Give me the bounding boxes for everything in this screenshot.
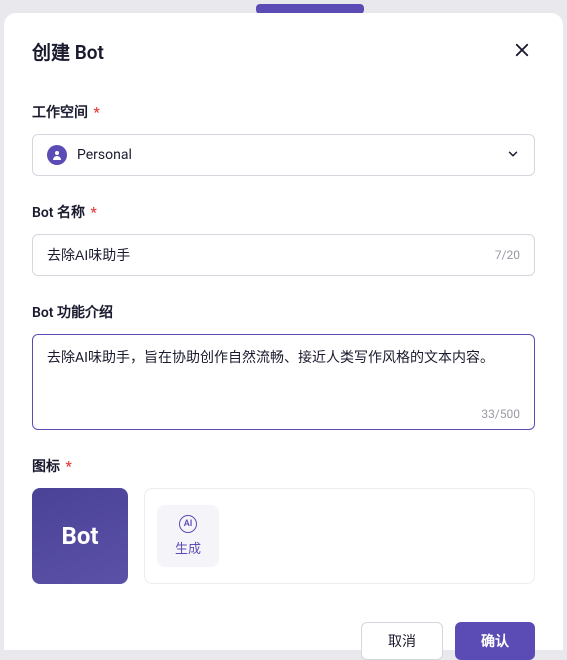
generate-area: AI 生成 bbox=[144, 488, 535, 584]
botdesc-group: Bot 功能介绍 33/500 bbox=[32, 302, 535, 430]
botdesc-label: Bot 功能介绍 bbox=[32, 302, 535, 322]
bot-icon-preview[interactable]: Bot bbox=[32, 488, 128, 584]
generate-button[interactable]: AI 生成 bbox=[157, 505, 219, 567]
create-bot-modal: 创建 Bot 工作空间 * Personal Bot 名称 * 7/20 bbox=[4, 13, 563, 650]
workspace-selected-value: Personal bbox=[77, 147, 506, 163]
workspace-label: 工作空间 * bbox=[32, 102, 535, 122]
cancel-button[interactable]: 取消 bbox=[361, 622, 443, 660]
required-mark: * bbox=[62, 459, 72, 475]
confirm-button[interactable]: 确认 bbox=[455, 622, 535, 660]
icon-label-text: 图标 bbox=[32, 459, 60, 475]
chevron-down-icon bbox=[506, 146, 520, 165]
icon-group: 图标 * Bot AI 生成 bbox=[32, 456, 535, 584]
person-icon bbox=[47, 145, 67, 165]
close-button[interactable] bbox=[509, 37, 535, 66]
close-icon bbox=[513, 41, 531, 62]
botdesc-textarea[interactable] bbox=[47, 347, 520, 399]
workspace-select[interactable]: Personal bbox=[32, 134, 535, 176]
generate-label: 生成 bbox=[175, 538, 201, 557]
ai-icon: AI bbox=[179, 515, 197, 533]
icon-label: 图标 * bbox=[32, 456, 535, 476]
botdesc-textarea-wrap: 33/500 bbox=[32, 334, 535, 430]
workspace-label-text: 工作空间 bbox=[32, 105, 88, 121]
botname-group: Bot 名称 * 7/20 bbox=[32, 202, 535, 276]
required-mark: * bbox=[90, 105, 100, 121]
icon-row: Bot AI 生成 bbox=[32, 488, 535, 584]
required-mark: * bbox=[87, 205, 97, 221]
modal-title: 创建 Bot bbox=[32, 38, 104, 65]
botname-label-text: Bot 名称 bbox=[32, 205, 85, 221]
botname-input-wrap: 7/20 bbox=[32, 234, 535, 276]
botname-input[interactable] bbox=[47, 247, 487, 263]
botname-charcount: 7/20 bbox=[495, 248, 520, 262]
bot-icon-text: Bot bbox=[62, 522, 99, 550]
modal-header: 创建 Bot bbox=[32, 37, 535, 66]
modal-footer: 取消 确认 bbox=[32, 610, 535, 660]
botdesc-charcount: 33/500 bbox=[47, 407, 520, 421]
botname-label: Bot 名称 * bbox=[32, 202, 535, 222]
workspace-group: 工作空间 * Personal bbox=[32, 102, 535, 176]
